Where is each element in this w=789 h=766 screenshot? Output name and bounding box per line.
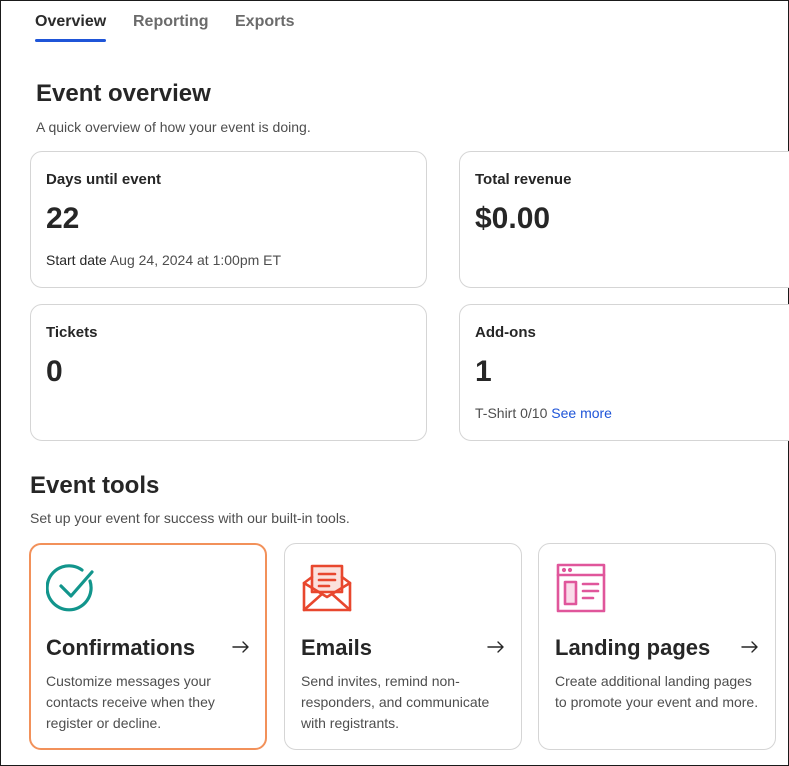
days-until-event-label: Days until event [46,171,162,188]
tickets-label: Tickets [46,324,98,341]
tab-overview[interactable]: Overview [35,13,107,42]
emails-title: Emails [301,635,372,660]
active-tab-indicator [35,39,107,42]
emails-tool-card[interactable]: Emails Send invites, remind non-responde… [284,543,522,750]
check-circle-icon [46,564,94,612]
start-date: Start date Aug 24, 2024 at 1:00pm ET [46,252,281,268]
add-ons-detail: T-Shirt 0/10 See more [475,405,612,421]
landing-pages-tool-card[interactable]: Landing pages Create additional landing … [538,543,776,750]
tickets-value: 0 [46,355,63,388]
arrow-right-icon [487,641,504,653]
confirmations-title: Confirmations [46,635,196,660]
days-until-event-value: 22 [46,202,80,235]
see-more-link[interactable]: See more [551,405,612,421]
landing-pages-description: Create additional landing pages to promo… [555,673,759,710]
start-date-label: Start date [46,252,107,268]
add-ons-item-count: T-Shirt 0/10 [475,405,548,421]
tab-reporting-label: Reporting [133,13,209,30]
add-ons-label: Add-ons [475,324,536,341]
confirmations-description: Customize messages your contacts receive… [46,673,215,731]
event-tools-title: Event tools [30,472,160,499]
arrow-right-icon [232,641,249,653]
add-ons-value: 1 [475,355,492,388]
tab-exports-label: Exports [235,13,295,30]
add-ons-card: Add-ons 1 T-Shirt 0/10 See more [459,304,789,441]
total-revenue-card: Total revenue $0.00 [459,151,789,288]
overview-title: Event overview [36,80,211,107]
confirmations-tool-card[interactable]: Confirmations Customize messages your co… [29,543,267,750]
event-tools-subtitle: Set up your event for success with our b… [30,510,350,526]
tab-reporting[interactable]: Reporting [133,13,209,31]
webpage-icon [556,563,606,613]
total-revenue-value: $0.00 [475,202,551,235]
emails-description: Send invites, remind non-responders, and… [301,673,490,731]
start-date-value: Aug 24, 2024 at 1:00pm ET [109,252,282,268]
total-revenue-label: Total revenue [475,171,572,188]
days-until-event-card: Days until event 22 Start date Aug 24, 2… [30,151,427,288]
envelope-icon [302,564,352,612]
landing-pages-title: Landing pages [555,635,711,660]
arrow-right-icon [741,641,758,653]
overview-subtitle: A quick overview of how your event is do… [36,119,311,135]
tab-overview-label: Overview [35,13,107,30]
tickets-card: Tickets 0 [30,304,427,441]
tab-exports[interactable]: Exports [235,13,295,31]
